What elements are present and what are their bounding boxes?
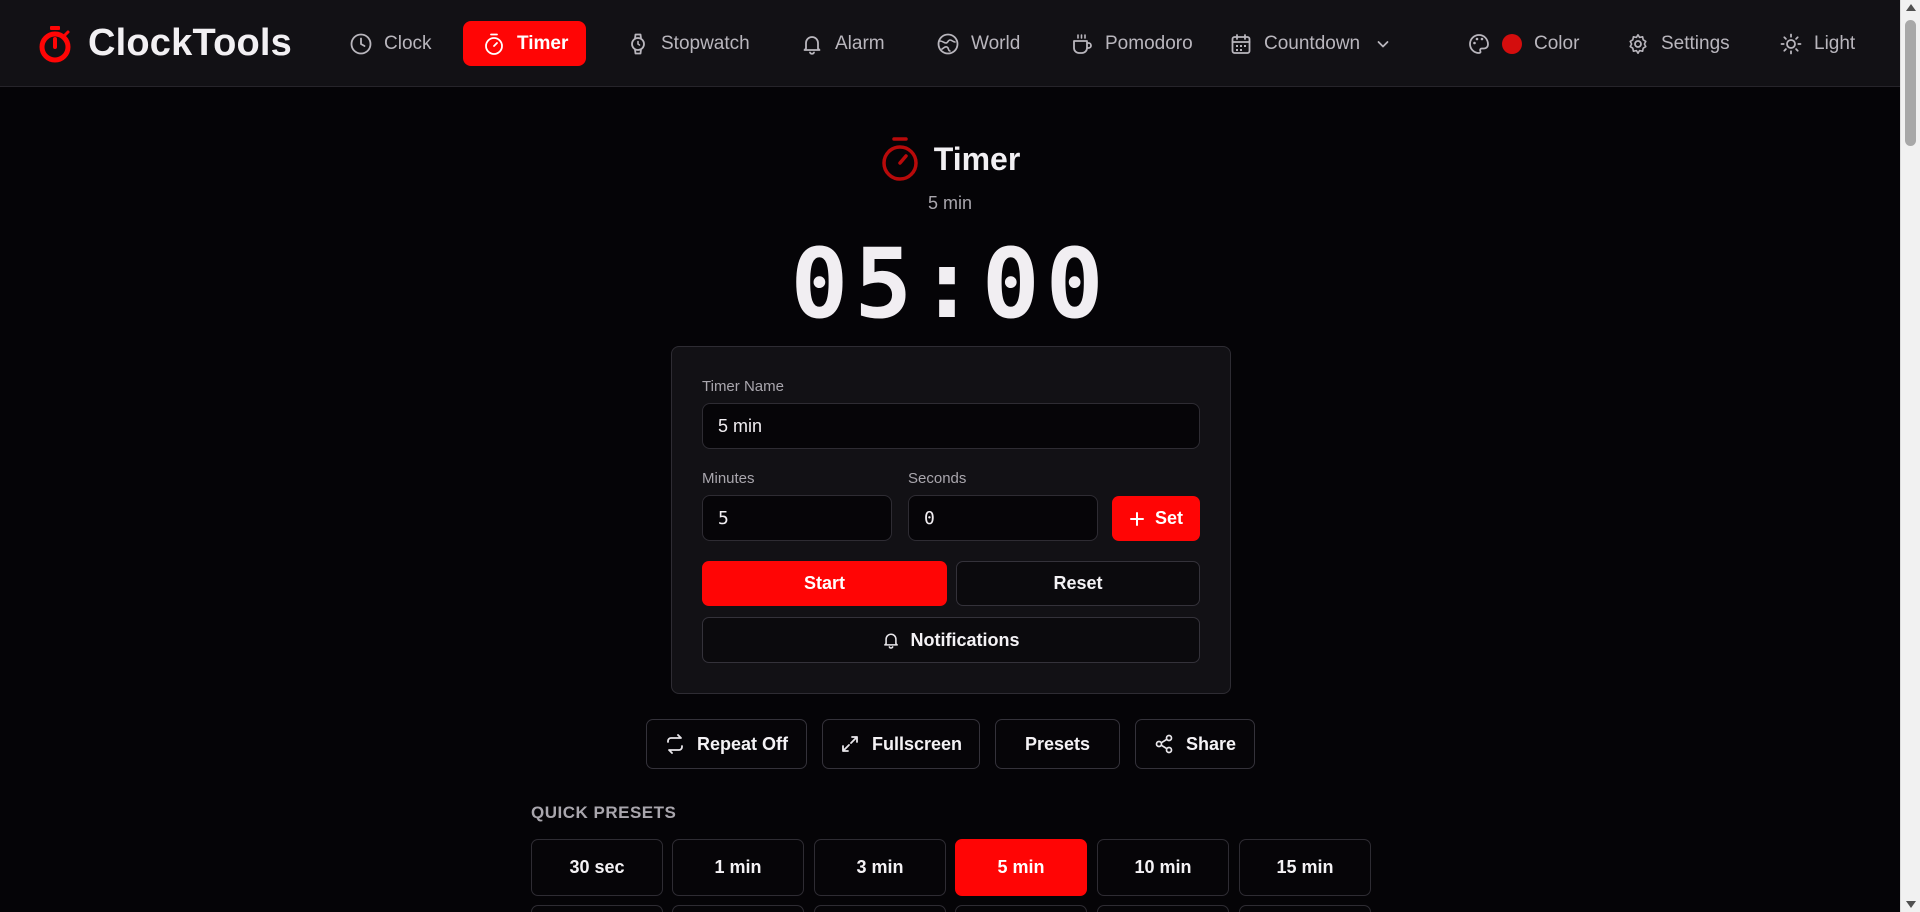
globe-icon [937, 33, 959, 55]
calendar-icon [1230, 33, 1252, 55]
palette-icon [1468, 33, 1490, 55]
preset-3-min[interactable]: 3 min [814, 839, 946, 896]
clock-icon [350, 33, 372, 55]
fullscreen-button[interactable]: Fullscreen [822, 719, 980, 769]
plus-icon [1129, 511, 1145, 527]
repeat-icon [665, 734, 685, 754]
timer-name-input[interactable]: 5 min [702, 403, 1200, 449]
nav-timer[interactable]: Timer [463, 21, 586, 66]
top-navigation-bar: ClockTools Clock Timer Stopwatch Alarm W… [0, 0, 1900, 87]
nav-countdown-label: Countdown [1264, 32, 1361, 54]
share-icon [1154, 734, 1174, 754]
color-picker-button[interactable]: Color [1448, 21, 1599, 66]
repeat-label: Repeat Off [696, 733, 788, 754]
timer-heading-icon [880, 136, 920, 182]
theme-label: Light [1814, 32, 1856, 54]
nav-clock-label: Clock [384, 32, 432, 54]
sun-icon [1780, 33, 1802, 55]
gear-icon [1627, 33, 1649, 55]
seconds-input[interactable]: 0 [908, 495, 1098, 541]
settings-label: Settings [1661, 32, 1730, 54]
preset-10-min[interactable]: 10 min [1097, 839, 1229, 896]
nav-pomodoro-label: Pomodoro [1105, 32, 1193, 54]
color-label: Color [1534, 32, 1580, 54]
preset-1-min[interactable]: 1 min [672, 839, 804, 896]
nav-world[interactable]: World [917, 21, 1040, 66]
reset-button[interactable]: Reset [956, 561, 1200, 606]
settings-button[interactable]: Settings [1607, 21, 1750, 66]
minutes-input[interactable]: 5 [702, 495, 892, 541]
notifications-button[interactable]: Notifications [702, 617, 1200, 663]
preset-5-min[interactable]: 5 min [955, 839, 1087, 896]
timer-display: 05:00 [790, 228, 1110, 340]
presets-label: Presets [1024, 733, 1091, 754]
bell-icon [801, 33, 823, 55]
brand-name: ClockTools [88, 22, 292, 64]
scrollbar-thumb[interactable] [1905, 20, 1916, 146]
preset-row-2-item[interactable] [814, 905, 946, 912]
timer-subtitle: 5 min [927, 193, 972, 213]
app-page: ClockTools Clock Timer Stopwatch Alarm W… [0, 0, 1920, 912]
nav-pomodoro[interactable]: Pomodoro [1051, 21, 1213, 66]
expand-icon [840, 734, 860, 754]
set-label: Set [1154, 508, 1183, 528]
page-scrollbar[interactable] [1900, 0, 1920, 912]
preset-row-2-item[interactable] [1239, 905, 1371, 912]
page-title: Timer [933, 140, 1021, 177]
coffee-icon [1071, 33, 1093, 55]
timer-icon [483, 33, 505, 55]
preset-row-2-item[interactable] [531, 905, 663, 912]
notifications-label: Notifications [910, 629, 1020, 650]
share-label: Share [1185, 733, 1237, 754]
preset-row-2-item[interactable] [1097, 905, 1229, 912]
brand-logo[interactable]: ClockTools [38, 22, 292, 65]
timer-heading: Timer [0, 136, 1900, 182]
preset-15-min[interactable]: 15 min [1239, 839, 1371, 896]
set-button[interactable]: Set [1112, 496, 1200, 541]
nav-countdown[interactable]: Countdown [1210, 21, 1414, 66]
chevron-down-icon [1372, 33, 1394, 55]
nav-stopwatch-label: Stopwatch [661, 32, 750, 54]
color-swatch [1502, 33, 1522, 54]
nav-stopwatch[interactable]: Stopwatch [607, 21, 770, 66]
quick-presets-heading: QUICK PRESETS [531, 803, 677, 822]
theme-toggle-button[interactable]: Light [1760, 21, 1875, 66]
start-button[interactable]: Start [702, 561, 947, 606]
presets-button[interactable]: Presets [995, 719, 1120, 769]
nav-alarm[interactable]: Alarm [781, 21, 905, 66]
stopwatch-logo-icon [38, 23, 76, 65]
minutes-label: Minutes [702, 470, 755, 487]
scroll-up-arrow-icon[interactable] [1906, 4, 1916, 11]
preset-30-sec[interactable]: 30 sec [531, 839, 663, 896]
nav-timer-label: Timer [517, 32, 569, 54]
nav-alarm-label: Alarm [835, 32, 885, 54]
bell-icon [882, 631, 900, 649]
share-button[interactable]: Share [1135, 719, 1255, 769]
fullscreen-label: Fullscreen [871, 733, 963, 754]
timer-settings-card: Timer Name 5 min Minutes 5 Seconds 0 Set… [671, 346, 1231, 694]
repeat-toggle-button[interactable]: Repeat Off [646, 719, 807, 769]
watch-icon [627, 33, 649, 55]
seconds-label: Seconds [908, 470, 967, 487]
preset-row-2-item[interactable] [955, 905, 1087, 912]
preset-row-2-item[interactable] [672, 905, 804, 912]
nav-world-label: World [971, 32, 1021, 54]
timer-name-label: Timer Name [702, 378, 784, 395]
scroll-down-arrow-icon[interactable] [1906, 901, 1916, 908]
nav-clock[interactable]: Clock [330, 21, 452, 66]
